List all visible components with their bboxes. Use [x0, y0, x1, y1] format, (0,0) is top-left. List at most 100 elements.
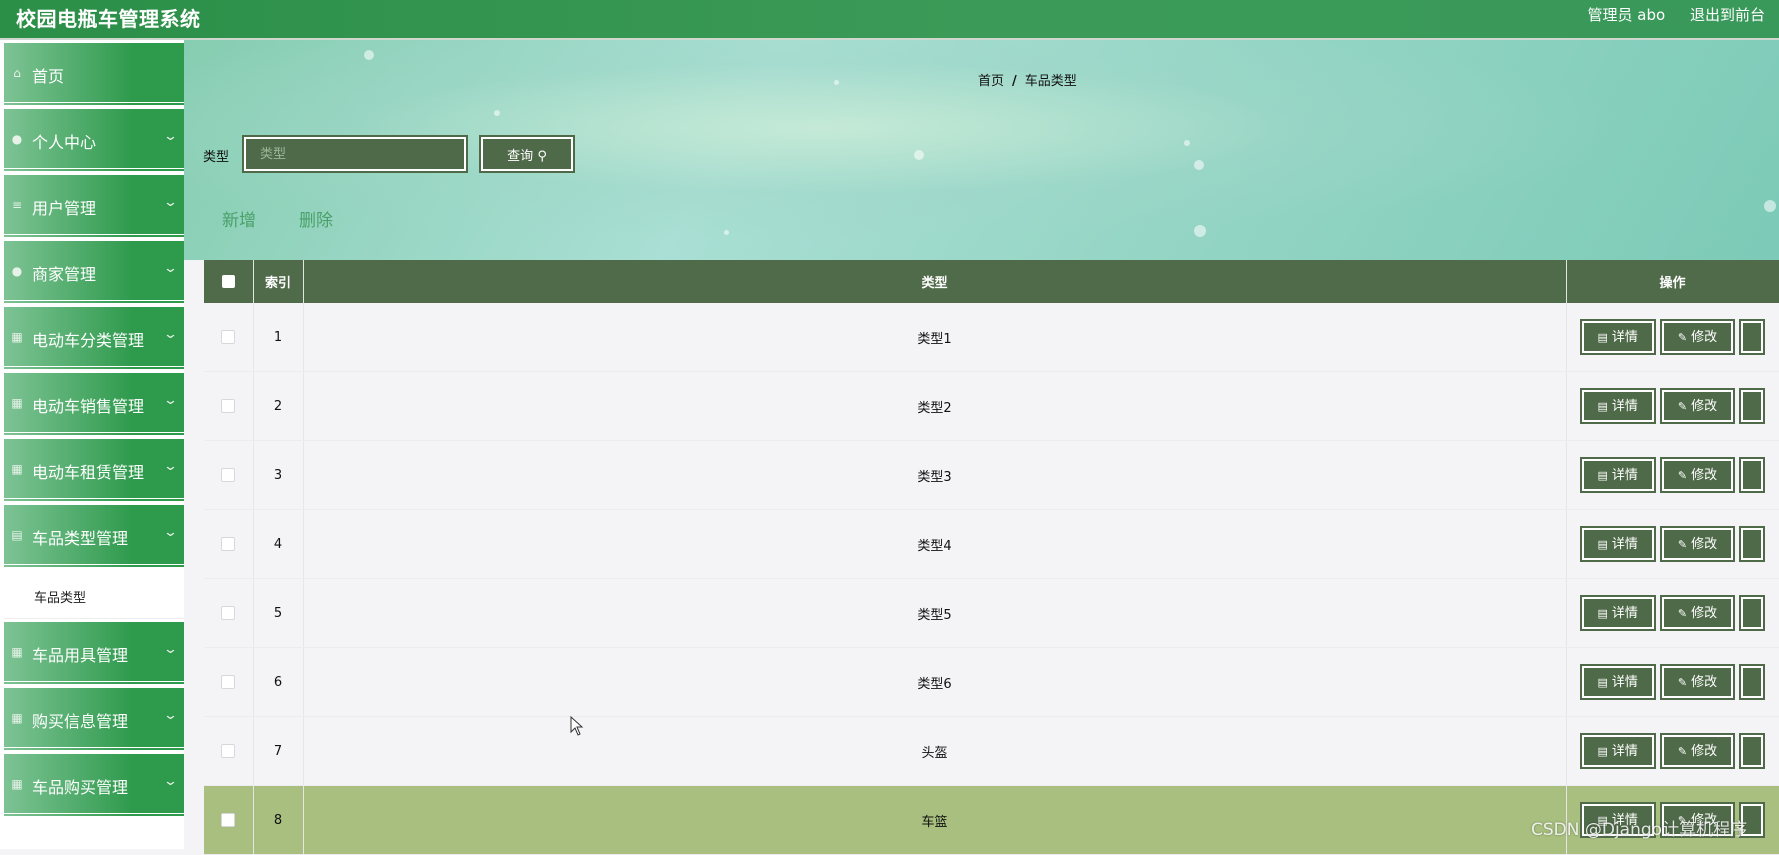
sidebar-item-product-purchase[interactable]: ▦ 车品购买管理 ⌄ — [4, 754, 184, 817]
row-checkbox-cell — [204, 371, 254, 441]
edit-button[interactable]: ✎ 修改 — [1659, 388, 1736, 424]
cell-type: 类型1 — [303, 303, 1567, 372]
document-icon: ▤ — [1597, 607, 1608, 620]
search-icon: ⚲ — [537, 148, 547, 164]
cell-type: 类型2 — [303, 371, 1567, 441]
sidebar-item-ev-sales[interactable]: ▦ 电动车销售管理 ⌄ — [4, 373, 184, 436]
mouse-cursor-icon — [570, 716, 584, 736]
pencil-icon: ✎ — [1677, 745, 1688, 758]
delete-row-button[interactable] — [1739, 388, 1766, 424]
cell-ops: ▤ 详情 ✎ 修改 — [1566, 647, 1779, 717]
sidebar-item-label: 个人中心 — [32, 133, 97, 152]
sidebar-item-merchant-management[interactable]: ● 商家管理 ⌄ — [4, 241, 184, 304]
edit-button[interactable]: ✎ 修改 — [1659, 526, 1736, 562]
detail-button[interactable]: ▤ 详情 — [1579, 664, 1656, 700]
delete-button[interactable]: 删除 — [299, 206, 333, 231]
sidebar-item-label: 首页 — [32, 67, 65, 86]
sidebar-item-label: 电动车租赁管理 — [32, 463, 145, 482]
detail-button[interactable]: ▤ 详情 — [1579, 526, 1656, 562]
chevron-down-icon: ⌄ — [162, 261, 179, 276]
chevron-down-icon: ⌄ — [162, 327, 179, 342]
sidebar-subitem-label: 车品类型 — [34, 591, 87, 606]
table-row: 1 类型1 ▤ 详情 ✎ 修改 — [204, 303, 1779, 372]
table-header-row: 索引 类型 操作 — [204, 260, 1779, 303]
detail-label: 详情 — [1611, 744, 1638, 759]
app-title: 校园电瓶车管理系统 — [16, 7, 201, 31]
chevron-down-icon: ⌄ — [162, 708, 179, 723]
add-button[interactable]: 新增 — [222, 206, 256, 231]
type-search-input[interactable] — [242, 135, 468, 173]
sidebar-item-ev-rental[interactable]: ▦ 电动车租赁管理 ⌄ — [4, 439, 184, 502]
user-icon: ● — [11, 132, 23, 146]
row-checkbox-cell — [204, 578, 254, 648]
edit-button[interactable]: ✎ 修改 — [1659, 457, 1736, 493]
pencil-icon: ✎ — [1677, 331, 1688, 344]
detail-button[interactable]: ▤ 详情 — [1579, 319, 1656, 355]
detail-button[interactable]: ▤ 详情 — [1579, 595, 1656, 631]
sidebar-item-purchase-info[interactable]: ▦ 购买信息管理 ⌄ — [4, 688, 184, 751]
bokeh-dot — [364, 50, 374, 60]
row-checkbox[interactable] — [221, 399, 236, 413]
chevron-down-icon: ⌄ — [162, 459, 179, 474]
sidebar-item-home[interactable]: ⌂ 首页 — [4, 43, 184, 106]
row-checkbox[interactable] — [221, 537, 236, 551]
cell-type: 类型5 — [303, 578, 1567, 648]
cell-index: 4 — [253, 509, 304, 579]
row-checkbox[interactable] — [221, 675, 236, 689]
delete-row-button[interactable] — [1739, 319, 1766, 355]
edit-label: 修改 — [1691, 537, 1718, 552]
chevron-down-icon: ⌄ — [162, 129, 179, 144]
sidebar-item-label: 商家管理 — [32, 265, 97, 284]
delete-row-button[interactable] — [1739, 526, 1766, 562]
pencil-icon: ✎ — [1677, 400, 1688, 413]
cell-ops: ▤ 详情 ✎ 修改 — [1566, 371, 1779, 441]
edit-button[interactable]: ✎ 修改 — [1659, 595, 1736, 631]
row-checkbox[interactable] — [221, 468, 236, 482]
select-all-checkbox[interactable] — [221, 275, 235, 288]
search-button[interactable]: 查询 ⚲ — [479, 135, 575, 173]
row-checkbox[interactable] — [221, 606, 236, 620]
delete-row-button[interactable] — [1739, 595, 1766, 631]
delete-row-button[interactable] — [1739, 457, 1766, 493]
bokeh-dot — [1184, 140, 1190, 146]
sidebar-item-product-type[interactable]: ▤ 车品类型管理 ⌄ — [4, 505, 184, 568]
table-row: 6 类型6 ▤ 详情 ✎ 修改 — [204, 647, 1779, 717]
cell-index: 6 — [253, 647, 304, 717]
sidebar-item-user-management[interactable]: ≡ 用户管理 ⌄ — [4, 175, 184, 238]
row-checkbox[interactable] — [221, 330, 236, 344]
edit-label: 修改 — [1691, 675, 1718, 690]
sidebar-subitem-product-type[interactable]: 车品类型 — [4, 568, 184, 619]
column-header-index: 索引 — [253, 260, 304, 303]
edit-button[interactable]: ✎ 修改 — [1659, 664, 1736, 700]
row-checkbox[interactable] — [221, 744, 236, 758]
cell-type: 车篮 — [303, 785, 1567, 855]
edit-button[interactable]: ✎ 修改 — [1659, 733, 1736, 769]
detail-button[interactable]: ▤ 详情 — [1579, 457, 1656, 493]
sidebar-item-label: 电动车销售管理 — [32, 397, 145, 416]
sidebar-item-product-tools[interactable]: ▦ 车品用具管理 ⌄ — [4, 622, 184, 685]
row-checkbox-cell — [204, 647, 254, 717]
cell-type: 类型6 — [303, 647, 1567, 717]
row-checkbox-cell — [204, 303, 254, 372]
delete-row-button[interactable] — [1739, 733, 1766, 769]
admin-user-label[interactable]: 管理员 abo — [1588, 6, 1666, 24]
sidebar-item-ev-category[interactable]: ▦ 电动车分类管理 ⌄ — [4, 307, 184, 370]
pencil-icon: ✎ — [1677, 607, 1688, 620]
detail-button[interactable]: ▤ 详情 — [1579, 388, 1656, 424]
pencil-icon: ✎ — [1677, 469, 1688, 482]
logout-link[interactable]: 退出到前台 — [1690, 6, 1765, 24]
row-checkbox[interactable] — [221, 813, 236, 827]
cell-index: 1 — [253, 303, 304, 372]
edit-label: 修改 — [1691, 606, 1718, 621]
column-header-type: 类型 — [303, 260, 1567, 303]
column-header-ops: 操作 — [1566, 260, 1779, 303]
bokeh-dot — [914, 150, 924, 160]
detail-button[interactable]: ▤ 详情 — [1579, 733, 1656, 769]
edit-label: 修改 — [1691, 744, 1718, 759]
edit-button[interactable]: ✎ 修改 — [1659, 319, 1736, 355]
cell-index: 3 — [253, 440, 304, 510]
sidebar-item-personal-center[interactable]: ● 个人中心 ⌄ — [4, 109, 184, 172]
delete-row-button[interactable] — [1739, 664, 1766, 700]
document-icon: ▤ — [1597, 538, 1608, 551]
breadcrumb-home[interactable]: 首页 — [978, 74, 1004, 89]
